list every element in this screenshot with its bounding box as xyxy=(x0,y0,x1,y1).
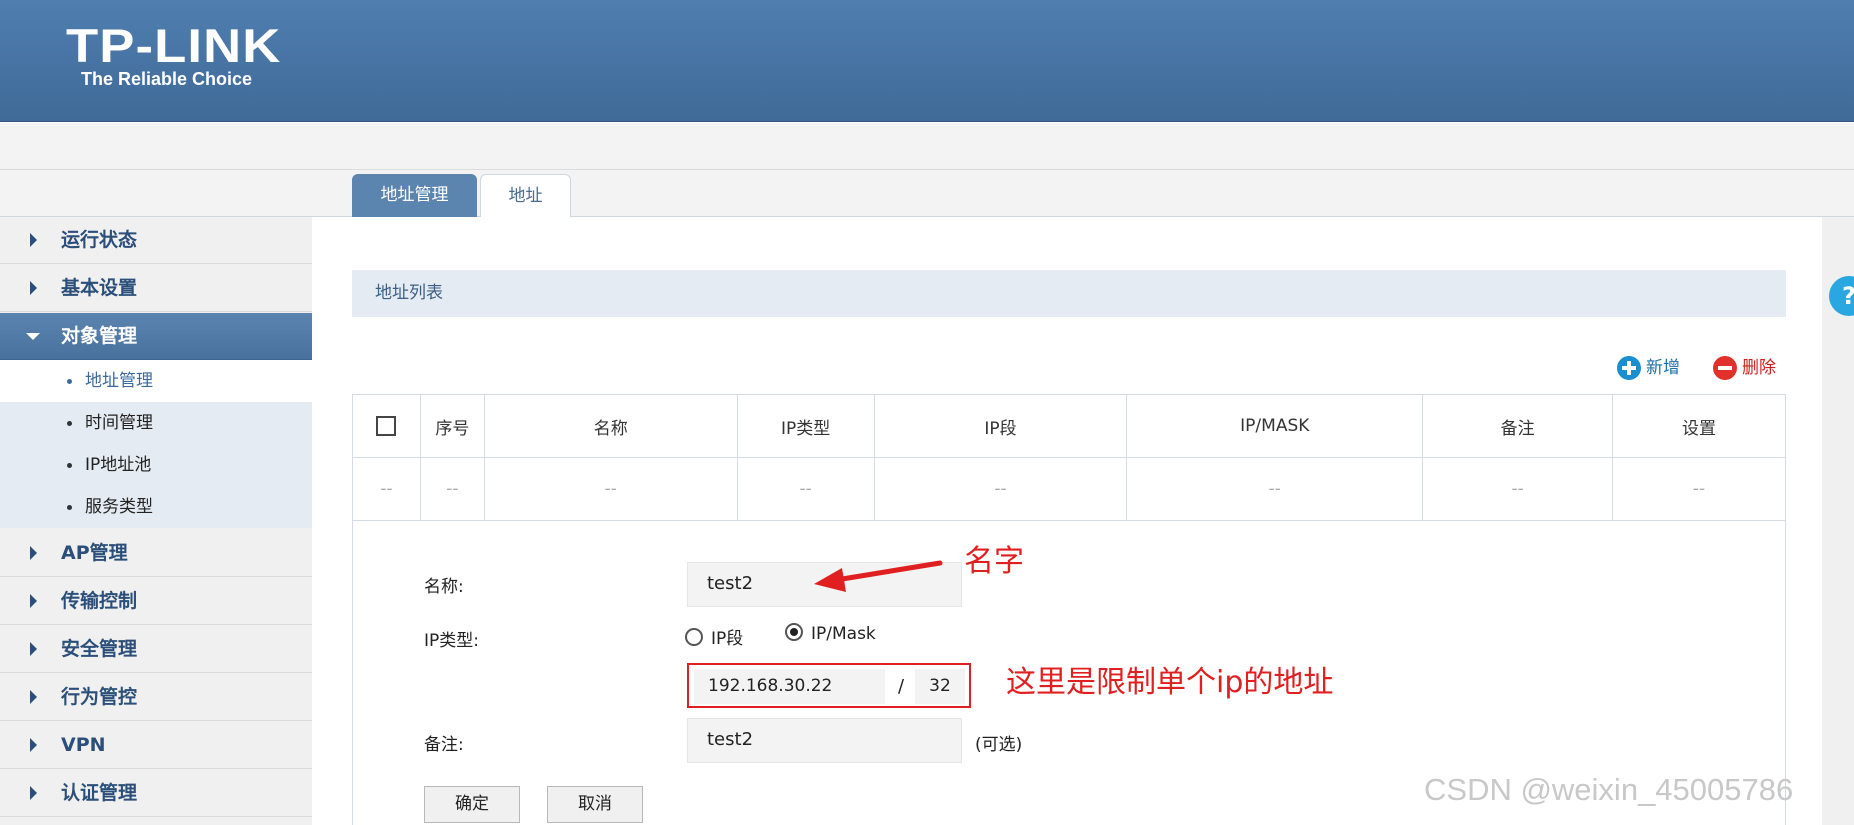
logo: TP-LINK xyxy=(66,19,282,72)
radio-ip-range[interactable]: IP段 xyxy=(685,624,743,649)
chevron-right-icon xyxy=(30,738,37,752)
table-cell: -- xyxy=(483,457,738,521)
top-band xyxy=(0,123,1854,170)
sidebar-item-label: 对象管理 xyxy=(61,325,138,347)
sidebar-item-security[interactable]: 安全管理 xyxy=(0,626,312,673)
radio-label: IP/Mask xyxy=(811,624,876,644)
chevron-right-icon xyxy=(30,546,37,560)
ip-slash-separator: / xyxy=(897,676,905,697)
chevron-right-icon xyxy=(30,690,37,704)
column-header[interactable]: IP类型 xyxy=(736,394,875,458)
column-header[interactable]: 名称 xyxy=(483,394,738,458)
sidebar-subitem-label: IP地址池 xyxy=(85,455,152,475)
list-title: 地址列表 xyxy=(375,283,443,303)
bullet-icon xyxy=(67,421,72,426)
radio-checked-icon xyxy=(785,623,803,641)
radio-ip-mask[interactable]: IP/Mask xyxy=(785,623,876,644)
address-table: 序号 名称 IP类型 IP段 IP/MASK 备注 设置 -- -- -- --… xyxy=(352,394,1786,521)
add-button-label: 新增 xyxy=(1646,358,1680,378)
annotation-arrow xyxy=(814,560,943,592)
bullet-icon xyxy=(67,505,72,510)
table-row: -- -- -- -- -- -- -- -- xyxy=(352,457,1786,521)
sidebar-item-label: 传输控制 xyxy=(61,590,138,612)
table-cell: -- xyxy=(736,457,875,521)
sidebar-item-behavior-control[interactable]: 行为管控 xyxy=(0,674,312,721)
sidebar-item-label: 基本设置 xyxy=(61,277,138,299)
cancel-button[interactable]: 取消 xyxy=(547,786,643,823)
sidebar-item-status[interactable]: 运行状态 xyxy=(0,217,312,264)
sidebar-item-transfer-control[interactable]: 传输控制 xyxy=(0,578,312,625)
watermark: CSDN @weixin_45005786 xyxy=(1424,772,1794,807)
bullet-icon xyxy=(67,379,72,384)
mask-input[interactable]: 32 xyxy=(915,669,965,704)
select-all-checkbox[interactable] xyxy=(376,416,397,436)
sidebar-item-basic-settings[interactable]: 基本设置 xyxy=(0,265,312,312)
annotation-name-note: 名字 xyxy=(964,544,1024,579)
tab-bar xyxy=(0,170,1854,217)
chevron-right-icon xyxy=(30,281,37,295)
chevron-right-icon xyxy=(30,642,37,656)
column-header[interactable]: IP段 xyxy=(873,394,1128,458)
table-cell: -- xyxy=(873,457,1128,521)
logo-tagline: The Reliable Choice xyxy=(81,69,253,89)
radio-label: IP段 xyxy=(711,629,744,649)
name-label: 名称: xyxy=(424,577,464,597)
bullet-icon xyxy=(67,463,72,468)
ip-mask-field-group: 192.168.30.22 / 32 xyxy=(687,663,971,708)
table-header-row: 序号 名称 IP类型 IP段 IP/MASK 备注 设置 xyxy=(352,394,1786,458)
minus-circle-icon xyxy=(1713,356,1737,380)
sidebar-subitem-address-management[interactable]: 地址管理 xyxy=(0,360,312,402)
annotation-ip-note: 这里是限制单个ip的地址 xyxy=(1006,665,1334,700)
table-cell: -- xyxy=(352,457,421,521)
column-header[interactable]: 设置 xyxy=(1612,394,1786,458)
list-title-bar xyxy=(352,270,1786,317)
tab-address-management[interactable]: 地址管理 xyxy=(352,174,477,217)
sidebar-subitem-label: 服务类型 xyxy=(85,497,153,517)
sidebar-item-label: AP管理 xyxy=(61,542,128,564)
radio-unchecked-icon xyxy=(685,628,703,646)
table-cell: -- xyxy=(419,457,485,521)
chevron-right-icon xyxy=(30,233,37,247)
sidebar-subitem-service-type[interactable]: 服务类型 xyxy=(0,486,312,528)
add-button[interactable]: 新增 xyxy=(1617,355,1680,381)
sidebar-item-ap-management[interactable]: AP管理 xyxy=(0,530,312,577)
header-banner: TP-LINK The Reliable Choice xyxy=(0,0,1854,122)
column-header[interactable]: IP/MASK xyxy=(1126,394,1424,458)
remark-hint: (可选) xyxy=(975,735,1023,755)
sidebar-subitem-label: 地址管理 xyxy=(85,371,153,391)
tab-address[interactable]: 地址 xyxy=(480,174,571,218)
delete-button[interactable]: 删除 xyxy=(1713,355,1776,381)
sidebar-item-label: 行为管控 xyxy=(61,686,138,708)
sidebar-item-label: 安全管理 xyxy=(61,638,138,660)
sidebar-subitem-ip-pool[interactable]: IP地址池 xyxy=(0,444,312,486)
table-cell: -- xyxy=(1422,457,1614,521)
sidebar-subitem-time-management[interactable]: 时间管理 xyxy=(0,402,312,444)
sidebar-item-label: 认证管理 xyxy=(61,782,138,804)
remark-input[interactable]: test2 xyxy=(687,718,962,763)
chevron-right-icon xyxy=(30,594,37,608)
remark-label: 备注: xyxy=(424,735,464,755)
column-header[interactable]: 序号 xyxy=(419,394,485,458)
confirm-button[interactable]: 确定 xyxy=(424,786,520,823)
sidebar-item-label: 运行状态 xyxy=(61,229,138,251)
delete-button-label: 删除 xyxy=(1742,358,1776,378)
select-all-cell xyxy=(352,394,421,458)
plus-circle-icon xyxy=(1617,356,1641,380)
ip-type-label: IP类型: xyxy=(424,631,479,651)
sidebar-item-authentication[interactable]: 认证管理 xyxy=(0,770,312,817)
table-cell: -- xyxy=(1612,457,1786,521)
table-cell: -- xyxy=(1126,457,1424,521)
chevron-right-icon xyxy=(30,786,37,800)
sidebar-subitem-label: 时间管理 xyxy=(85,413,153,433)
sidebar-item-label: VPN xyxy=(61,734,106,756)
chevron-down-icon xyxy=(26,333,40,340)
ip-address-input[interactable]: 192.168.30.22 xyxy=(694,669,885,704)
sidebar-item-object-management[interactable]: 对象管理 xyxy=(0,313,312,360)
column-header[interactable]: 备注 xyxy=(1422,394,1614,458)
sidebar-item-vpn[interactable]: VPN xyxy=(0,722,312,769)
